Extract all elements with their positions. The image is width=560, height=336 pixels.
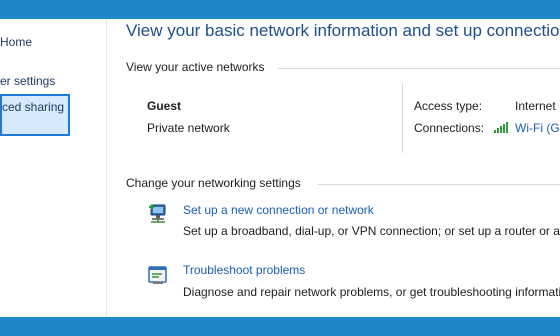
setup-new-connection-description: Set up a broadband, dial-up, or VPN conn… [183,224,560,238]
access-type-value: Internet [515,99,556,113]
page-title: View your basic network information and … [126,21,560,40]
active-networks-header: View your active networks [126,60,265,74]
window-top-border [0,0,560,19]
sidebar-item-advanced-sharing[interactable]: ced sharing [0,94,70,136]
wifi-signal-icon [494,122,512,133]
window-bottom-border [0,317,560,336]
troubleshoot-icon [147,264,169,286]
connection-link-wifi[interactable]: Wi-Fi (G [515,121,560,135]
network-info-divider [402,83,403,153]
networking-settings-header: Change your networking settings [126,176,301,190]
setup-new-connection-link[interactable]: Set up a new connection or network [183,203,374,217]
new-connection-icon [147,202,169,224]
sidebar: Home er settings ced sharing [0,19,107,317]
troubleshoot-description: Diagnose and repair network problems, or… [183,285,560,299]
setup-new-connection-description-container: Set up a broadband, dial-up, or VPN conn… [183,224,560,242]
sidebar-item-change-adapter-settings[interactable]: er settings [0,74,55,88]
access-type-label: Access type: [414,99,483,113]
network-name: Guest [147,99,182,113]
troubleshoot-problems-link[interactable]: Troubleshoot problems [183,263,305,277]
network-type[interactable]: Private network [147,121,230,135]
sidebar-item-advanced-sharing-label[interactable]: ced sharing [2,100,64,114]
sidebar-item-control-panel-home[interactable]: Home [0,35,32,49]
troubleshoot-description-container: Diagnose and repair network problems, or… [183,285,560,303]
active-networks-divider [278,68,560,69]
connections-label: Connections: [414,121,485,135]
networking-settings-divider [318,184,560,185]
page-title-container: View your basic network information and … [126,21,560,43]
